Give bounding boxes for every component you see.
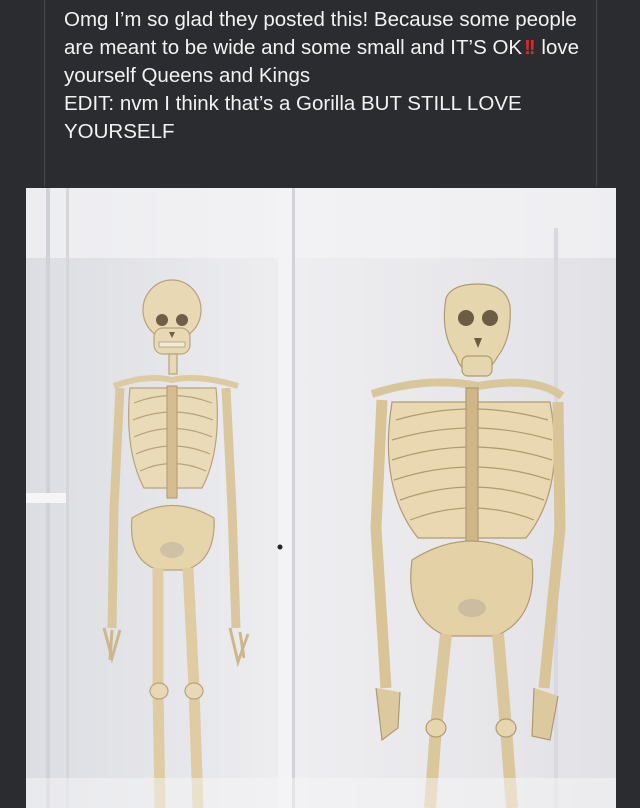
caption-text: Omg I’m so glad they posted this! Becaus… xyxy=(64,8,577,59)
skeletons-image xyxy=(26,188,616,808)
post-photo[interactable] xyxy=(26,188,616,808)
post-caption: Omg I’m so glad they posted this! Becaus… xyxy=(64,6,584,146)
card-border-right xyxy=(596,0,597,186)
card-border-left xyxy=(44,0,45,186)
caption-edit: EDIT: nvm I think that’s a Gorilla BUT S… xyxy=(64,92,522,143)
post-card: Omg I’m so glad they posted this! Becaus… xyxy=(0,0,640,808)
caption-body: Omg I’m so glad they posted this! Becaus… xyxy=(64,6,584,90)
double-exclamation-icon: !! xyxy=(524,36,536,59)
case-divider xyxy=(278,188,292,808)
